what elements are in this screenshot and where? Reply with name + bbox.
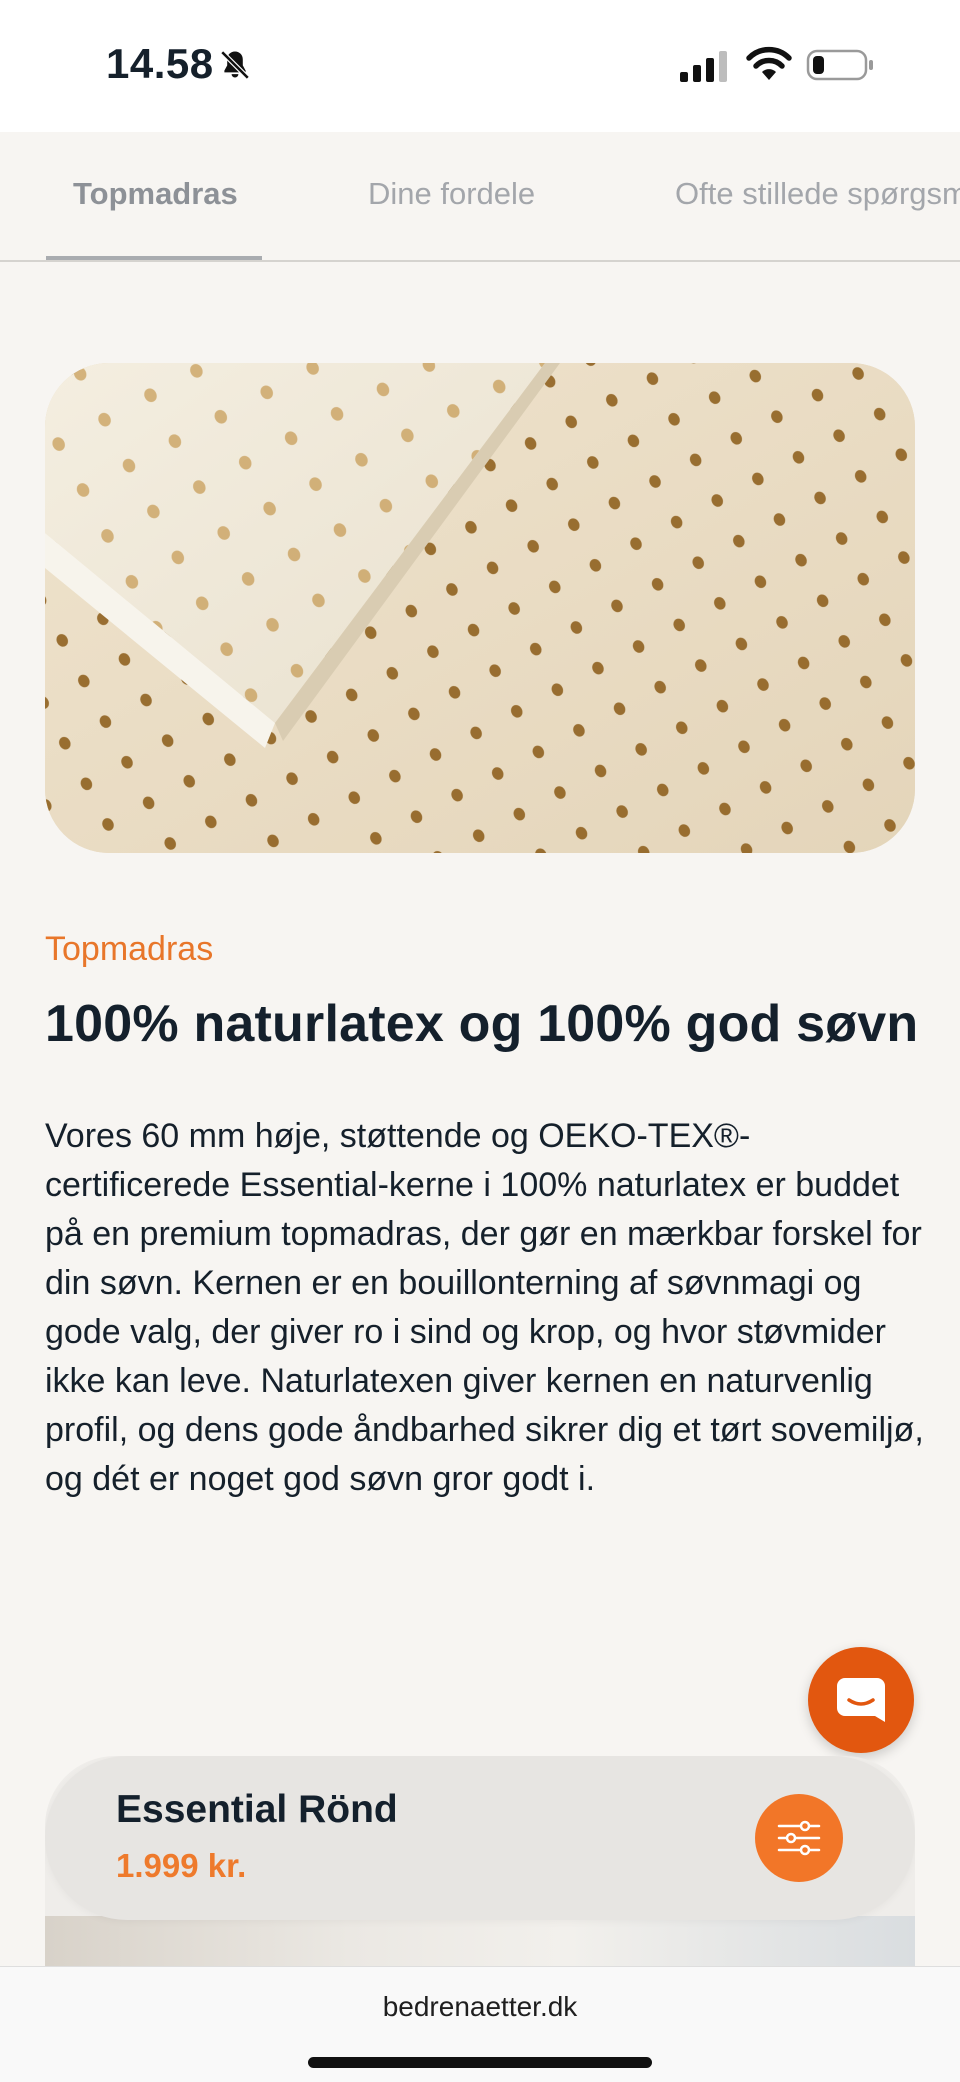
cellular-signal-icon bbox=[680, 51, 727, 82]
product-price: 1.999 kr. bbox=[116, 1847, 247, 1884]
section-eyebrow: Topmadras bbox=[45, 930, 214, 968]
tab-topmadras[interactable]: Topmadras bbox=[73, 176, 238, 212]
product-card[interactable]: Essential Rönd 1.999 kr. bbox=[45, 1756, 915, 1996]
chat-bubble-icon bbox=[837, 1678, 885, 1722]
product-name: Essential Rönd bbox=[116, 1788, 398, 1831]
browser-address-bar: bedrenaetter.dk bbox=[0, 1966, 960, 2082]
battery-icon bbox=[806, 49, 873, 81]
chat-button[interactable] bbox=[808, 1647, 914, 1753]
tab-dine-fordele[interactable]: Dine fordele bbox=[368, 176, 535, 212]
options-button[interactable] bbox=[755, 1794, 843, 1882]
sliders-icon bbox=[777, 1820, 821, 1856]
address-url[interactable]: bedrenaetter.dk bbox=[0, 1991, 960, 2023]
section-tabs: Topmadras Dine fordele Ofte stillede spø… bbox=[0, 132, 960, 262]
tab-faq[interactable]: Ofte stillede spørgsmål bbox=[675, 176, 960, 212]
wifi-icon bbox=[746, 46, 792, 80]
status-bar: 14.58 bbox=[0, 0, 960, 132]
active-tab-indicator bbox=[46, 256, 262, 260]
product-summary-bar: Essential Rönd 1.999 kr. bbox=[45, 1756, 915, 1920]
status-time: 14.58 bbox=[106, 40, 214, 87]
bell-slash-icon bbox=[220, 50, 250, 80]
section-body: Vores 60 mm høje, støttende og OEKO-TEX®… bbox=[45, 1117, 924, 1498]
section-headline: 100% naturlatex og 100% god søvn bbox=[45, 995, 919, 1053]
latex-hero-image bbox=[45, 363, 915, 853]
home-indicator[interactable] bbox=[308, 2057, 652, 2068]
